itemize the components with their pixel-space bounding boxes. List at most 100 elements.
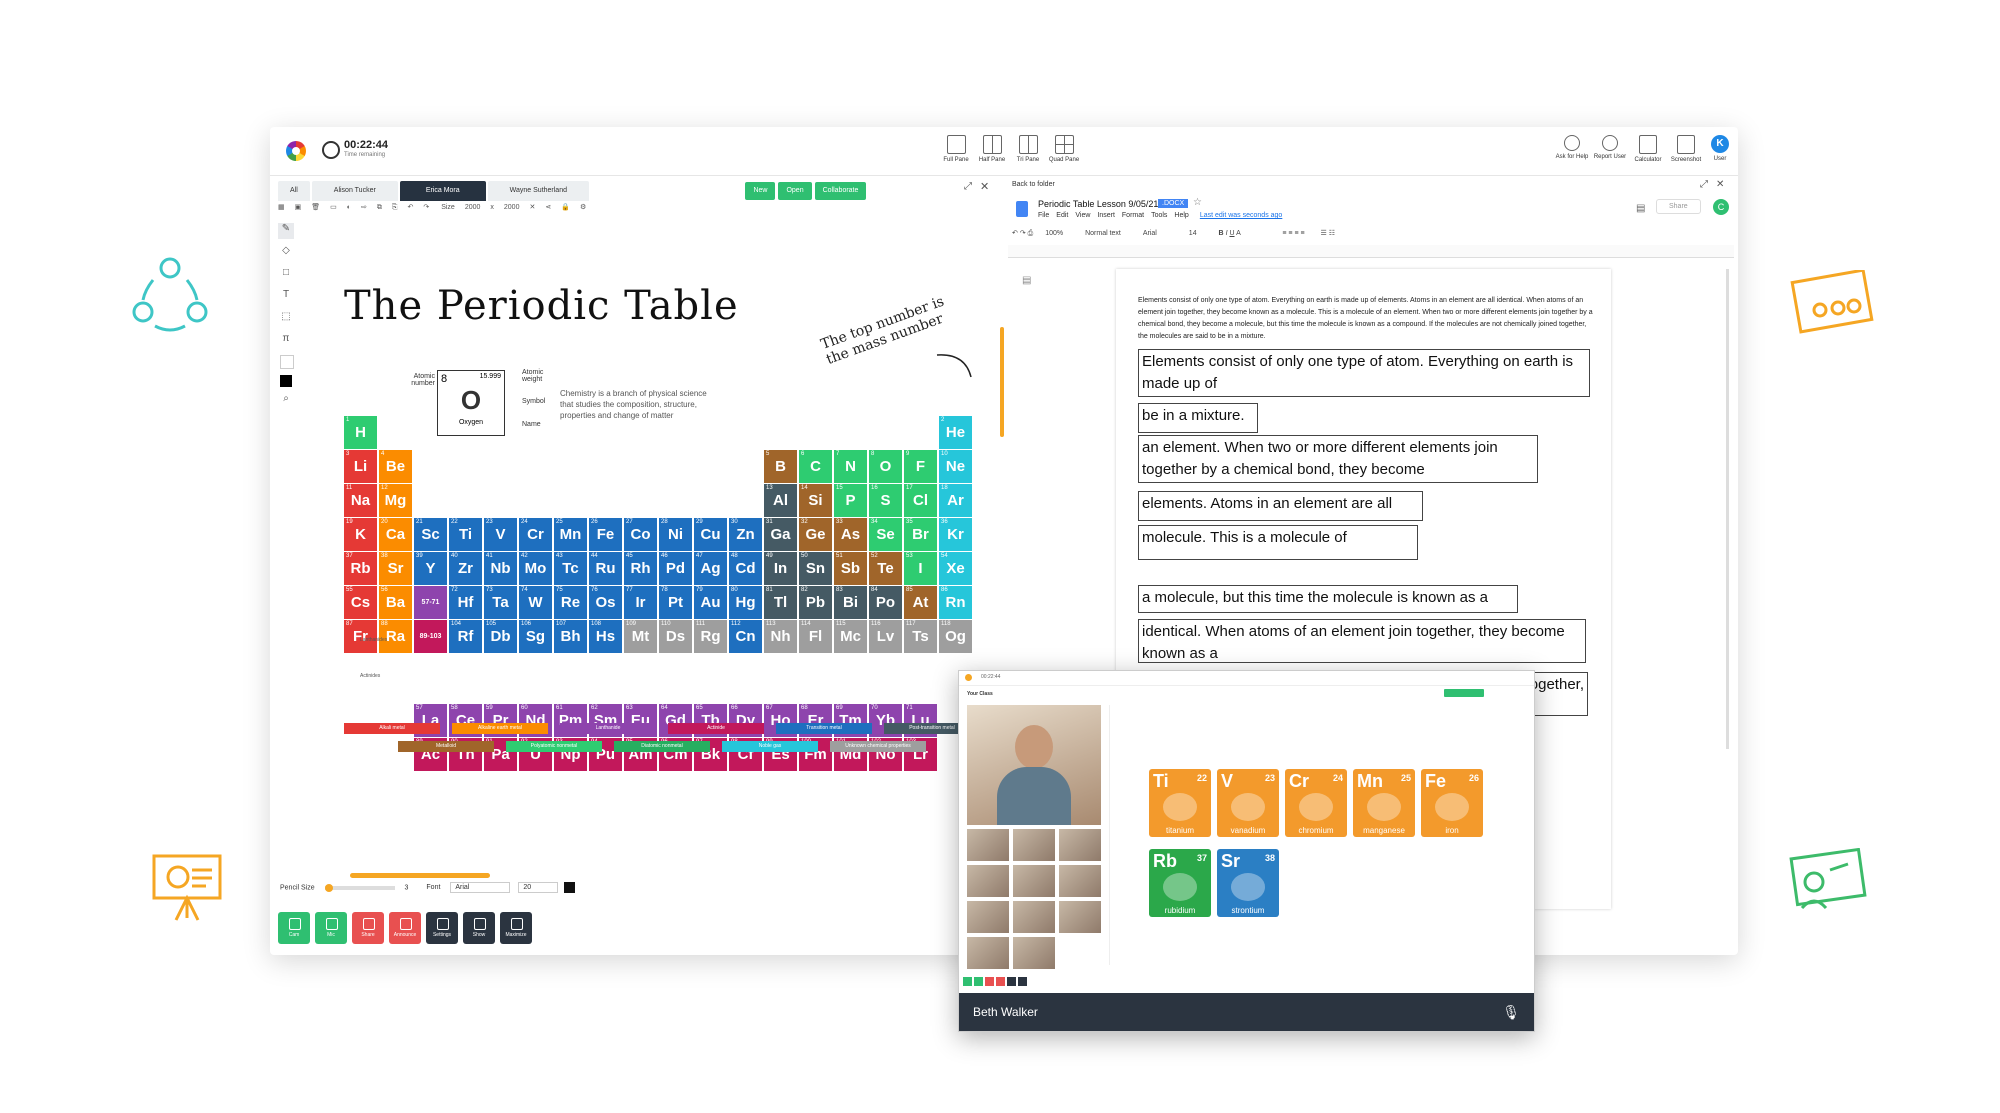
share-icon[interactable]: ⋖ [545,203,551,211]
font-select[interactable]: Arial [450,882,511,894]
bold-icon[interactable]: B [1219,230,1224,237]
cam-button[interactable]: Cam [278,912,310,944]
black-color-swatch[interactable] [280,375,292,387]
pencil-size-slider[interactable] [324,883,395,892]
mic-button[interactable]: Mic [315,912,347,944]
undo-icon[interactable]: ↶ [1012,230,1018,237]
eraser-icon[interactable]: ◇ [278,245,294,261]
menu-tools[interactable]: Tools [1151,212,1167,219]
italic-icon[interactable]: I [1226,230,1228,237]
text-strip-1[interactable]: Elements consist of only one type of ato… [1138,349,1590,397]
popup-mic-button[interactable] [974,977,983,986]
underline-icon[interactable]: U [1229,230,1234,237]
popup-show-button[interactable] [1018,977,1027,986]
star-icon[interactable]: ☆ [1193,197,1202,208]
redo-icon[interactable]: ↷ [423,203,429,211]
open-button[interactable]: Open [778,182,812,200]
popup-announce-button[interactable] [996,977,1005,986]
participant-video[interactable] [967,937,1009,969]
tri-pane-button[interactable]: Tri Pane [1010,135,1046,163]
text-strip-4[interactable]: elements. Atoms in an element are all [1138,491,1423,521]
select-icon[interactable]: ⬚ [278,311,294,327]
quad-pane-button[interactable]: Quad Pane [1046,135,1082,163]
participant-video[interactable] [1059,901,1101,933]
ask-for-help-button[interactable]: Ask for Help [1552,135,1592,160]
collaborate-button[interactable]: Collaborate [814,182,867,200]
tab-all[interactable]: All [278,181,310,201]
redo-icon[interactable]: ↷ [1020,230,1026,237]
popup-action-button[interactable] [1444,689,1484,697]
popup-share-button[interactable] [985,977,994,986]
grid-icon[interactable]: ▦ [278,203,285,211]
text-icon[interactable]: T [278,289,294,305]
user-menu[interactable]: K User [1700,135,1738,162]
paste-icon[interactable]: ⎘ [392,204,398,212]
text-strip-3[interactable]: an element. When two or more different e… [1138,435,1538,483]
font-size-input[interactable]: 14 [1189,230,1197,237]
trash-icon[interactable]: 🗑 [311,203,320,211]
align-center-icon[interactable]: ≡ [1288,230,1292,237]
settings-icon[interactable]: ⚙ [580,203,586,211]
doc-title[interactable]: Periodic Table Lesson 9/05/21 [1038,199,1158,209]
participant-video[interactable] [1013,901,1055,933]
close-icon[interactable]: ✕ [980,180,989,193]
microphone-icon[interactable]: 🎙 [1502,993,1520,1031]
student-view-popup[interactable]: 00:22:44 Your Class Ti 22 titanium V 23 vanad… [958,670,1535,1032]
calculator-button[interactable]: Calculator [1628,135,1668,163]
participant-video[interactable] [967,829,1009,861]
align-right-icon[interactable]: ≡ [1294,230,1298,237]
menu-file[interactable]: File [1038,212,1049,219]
tile-chromium[interactable]: Cr 24 chromium [1285,769,1347,837]
participant-video[interactable] [1059,829,1101,861]
align-left-icon[interactable]: ≡ [1282,230,1286,237]
math-icon[interactable]: π [278,333,294,349]
share-button[interactable]: Share [352,912,384,944]
tile-rubidium[interactable]: Rb 37 rubidium [1149,849,1211,917]
tab-erica-mora[interactable]: Erica Mora [399,181,486,201]
text-strip-6[interactable]: a molecule, but this time the molecule i… [1138,585,1518,613]
color-swatch[interactable] [564,882,576,893]
outline-icon[interactable]: ▤ [1022,275,1031,286]
doc-close-icon[interactable]: ✕ [1716,179,1724,190]
popup-settings-button[interactable] [1007,977,1016,986]
whiteboard-canvas[interactable]: The Periodic Table The top number is the… [300,223,1000,833]
lock-icon[interactable]: 🔒 [561,203,570,211]
pencil-icon[interactable]: ✎ [278,223,294,239]
zoom-icon[interactable]: ⌕ [278,393,294,409]
main-video[interactable] [967,705,1101,825]
announce-button[interactable]: Announce [389,912,421,944]
show-button[interactable]: Show [463,912,495,944]
rectangle-icon[interactable]: □ [278,267,294,283]
undo-icon[interactable]: ↶ [407,203,413,211]
comment-icon[interactable]: ▤ [1636,203,1645,214]
justify-icon[interactable]: ≡ [1300,230,1304,237]
tile-vanadium[interactable]: V 23 vanadium [1217,769,1279,837]
save-icon[interactable]: ▣ [295,203,302,211]
half-pane-button[interactable]: Half Pane [974,135,1010,163]
tile-strontium[interactable]: Sr 38 strontium [1217,849,1279,917]
report-user-button[interactable]: Report User [1590,135,1630,160]
export-icon[interactable]: ⇨ [361,203,367,211]
participant-video[interactable] [1013,829,1055,861]
width-input[interactable]: 2000 [465,204,481,211]
copy-icon[interactable]: ⧉ [377,204,382,212]
slider-handle[interactable] [324,883,333,892]
last-edit[interactable]: Last edit was seconds ago [1200,212,1283,219]
participant-video[interactable] [1059,865,1101,897]
menu-view[interactable]: View [1075,212,1090,219]
image-icon[interactable]: ▭ [330,203,337,211]
participant-video[interactable] [1013,937,1055,969]
list-icon[interactable]: ☰ [1321,230,1327,237]
numbered-list-icon[interactable]: ☷ [1329,230,1335,237]
height-input[interactable]: 2000 [504,204,520,211]
style-select[interactable]: Normal text [1085,230,1121,237]
shuffle-icon[interactable]: ✕ [529,203,535,211]
menu-insert[interactable]: Insert [1097,212,1115,219]
tile-iron[interactable]: Fe 26 iron [1421,769,1483,837]
doc-scrollbar[interactable] [1726,269,1729,749]
horizontal-scrollbar[interactable] [350,873,490,878]
tab-wayne-sutherland[interactable]: Wayne Sutherland [487,181,589,201]
back-to-folder-link[interactable]: Back to folder [1012,181,1055,188]
doc-share-button[interactable]: Share [1656,199,1701,214]
full-pane-button[interactable]: Full Pane [938,135,974,163]
